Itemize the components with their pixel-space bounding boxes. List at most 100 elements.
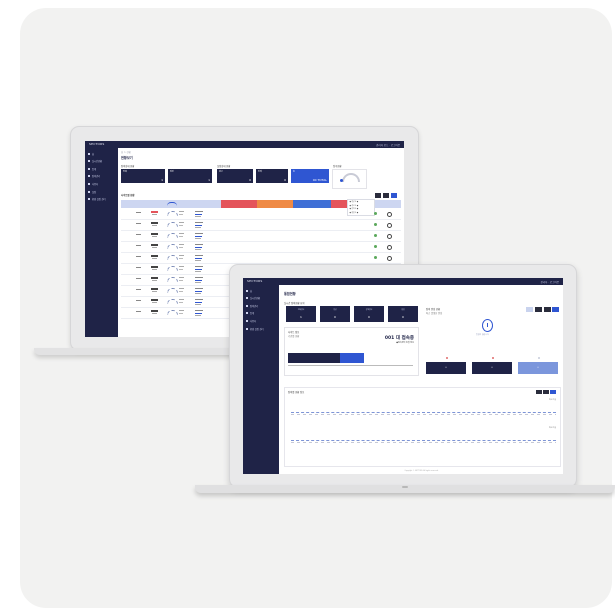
sidebar-item[interactable]: 설정 — [88, 190, 118, 194]
status-card[interactable]: 총 00 TOTAL — [291, 169, 329, 183]
row-value — [179, 277, 184, 279]
row-code — [152, 291, 157, 293]
summary-box[interactable]: 0 — [472, 362, 512, 374]
row-id — [136, 234, 141, 236]
row-name — [151, 288, 158, 290]
settings-icon — [88, 198, 90, 201]
gear-icon — [88, 190, 90, 193]
top-user-menu[interactable]: 관리자 · 로그아웃 — [541, 280, 559, 284]
search-icon[interactable] — [387, 255, 392, 261]
sidebar-item[interactable]: 통계 — [88, 167, 118, 171]
row-detail — [195, 293, 201, 295]
table-row[interactable] — [121, 220, 401, 231]
row-detail — [195, 315, 201, 317]
section-title: 실시간 장비현황 요약 — [284, 302, 305, 305]
toolbar-button[interactable] — [375, 193, 381, 198]
sidebar: 홈 실시간현황 통계 장비관리 사용자 설정 환경 설정 관리 — [85, 148, 118, 337]
status-card[interactable]: 전체장비 1 — [286, 306, 316, 322]
toolbar-button[interactable] — [550, 390, 556, 394]
settings-icon — [246, 327, 248, 330]
status-dot — [374, 234, 377, 237]
toolbar-button[interactable] — [536, 390, 542, 394]
gauge-icon — [167, 211, 178, 216]
monitor-icon — [246, 297, 248, 300]
row-id — [136, 212, 141, 214]
brand-logo: SECTORS — [89, 142, 105, 146]
row-value — [179, 302, 183, 304]
table-row[interactable] — [121, 253, 401, 264]
sidebar-item[interactable]: 실시간현황 — [88, 159, 118, 163]
row-name — [151, 277, 158, 279]
toolbar-button[interactable] — [391, 193, 397, 198]
row-name — [151, 255, 158, 257]
table-row[interactable] — [121, 231, 401, 242]
sidebar-item[interactable]: 홈 — [88, 152, 118, 156]
sidebar-item[interactable]: 장비관리 — [246, 304, 279, 308]
gauge-icon — [167, 310, 178, 315]
gauge-icon — [167, 222, 178, 227]
status-card[interactable]: 장애 0 — [256, 169, 288, 183]
sidebar-item[interactable]: 홈 — [246, 289, 279, 293]
row-detail — [195, 243, 203, 245]
top-bar: SECTORS 관리자 모드 · 로그아웃 — [85, 141, 404, 148]
row-value — [179, 299, 184, 301]
sidebar-item[interactable]: 사용자 — [246, 319, 279, 323]
row-detail — [195, 249, 201, 251]
row-detail — [195, 298, 203, 300]
top-user-menu[interactable]: 관리자 모드 · 로그아웃 — [376, 143, 400, 147]
brand-logo: SECTORS — [247, 279, 263, 283]
status-dot — [492, 357, 494, 359]
status-card[interactable]: 전체 1 — [121, 169, 165, 183]
sidebar-item[interactable]: 통계 — [246, 311, 279, 315]
row-value — [179, 291, 183, 293]
row-value — [179, 244, 184, 246]
table-row[interactable] — [121, 209, 401, 220]
summary-box[interactable]: 0 — [518, 362, 558, 374]
status-card[interactable]: 장애장비 0 — [354, 306, 384, 322]
status-card[interactable]: 점검 0 — [388, 306, 418, 322]
home-icon — [88, 152, 90, 155]
sidebar-item[interactable]: 환경 설정 관리 — [88, 197, 118, 201]
toolbar-button[interactable] — [552, 307, 559, 312]
gauge-icon — [342, 173, 360, 182]
chart-label: 최근 7일 — [548, 427, 556, 429]
toolbar-button[interactable] — [544, 307, 551, 312]
row-code — [152, 236, 157, 238]
sidebar-item[interactable]: 실시간현황 — [246, 296, 279, 300]
search-icon[interactable] — [387, 233, 392, 239]
row-name — [151, 299, 158, 301]
toolbar-button[interactable] — [535, 307, 542, 312]
status-card[interactable]: 정상 0 — [320, 306, 350, 322]
info-line: 기관별 현황 — [288, 335, 300, 338]
table-row[interactable] — [121, 242, 401, 253]
row-value — [179, 288, 184, 290]
row-name — [151, 211, 158, 213]
sidebar-item[interactable]: 환경 설정 관리 — [246, 327, 279, 331]
row-id — [136, 256, 141, 258]
status-card[interactable]: 정상 1 — [168, 169, 212, 183]
search-icon[interactable] — [387, 244, 392, 250]
toolbar-button[interactable] — [543, 390, 549, 394]
summary-box[interactable]: 0 — [426, 362, 466, 374]
row-name — [151, 266, 158, 268]
row-detail — [195, 276, 203, 278]
row-detail — [195, 312, 202, 314]
search-icon[interactable] — [387, 222, 392, 228]
row-detail — [195, 271, 201, 273]
status-dot — [538, 357, 540, 359]
search-icon[interactable] — [387, 211, 392, 217]
header-cell-red — [331, 200, 347, 208]
home-icon — [246, 289, 248, 292]
top-bar: SECTORS 관리자 · 로그아웃 — [243, 278, 563, 285]
row-code — [152, 302, 157, 304]
section-title: 사이트별 현황 — [121, 194, 135, 197]
sidebar-item[interactable]: 장비관리 — [88, 174, 118, 178]
status-dot — [374, 223, 377, 226]
row-value — [179, 269, 183, 271]
sidebar-item[interactable]: 사용자 — [88, 182, 118, 186]
row-detail — [195, 282, 201, 284]
status-card[interactable]: 경고 0 — [217, 169, 253, 183]
chart-icon — [246, 312, 248, 315]
toolbar-button[interactable] — [383, 193, 389, 198]
toolbar-button[interactable] — [526, 307, 533, 312]
